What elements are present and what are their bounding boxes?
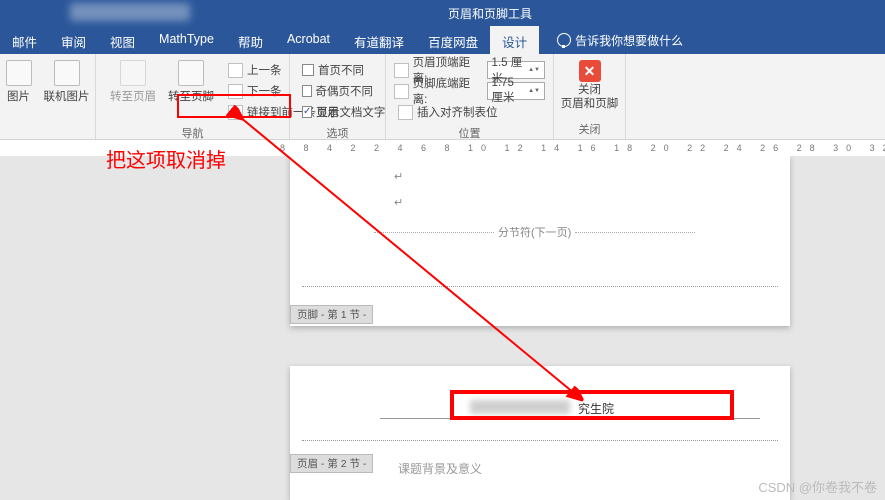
watermark-text: CSDN @你卷我不卷 [758, 477, 877, 496]
annotation-text-cancel: 把这项取消掉 [106, 144, 226, 173]
annotation-arrow [0, 0, 885, 500]
